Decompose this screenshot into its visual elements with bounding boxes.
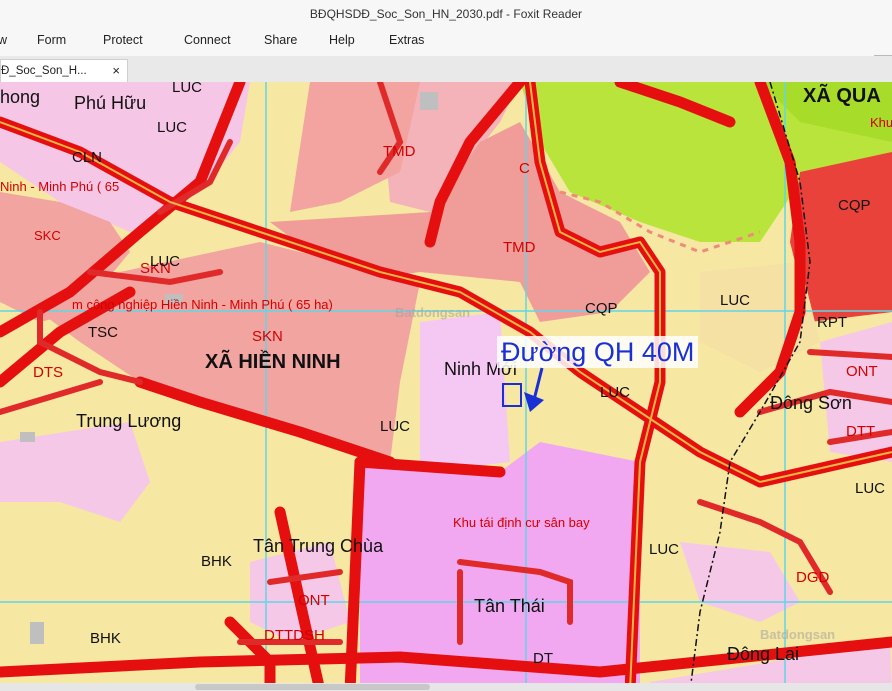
menu-share[interactable]: Share: [264, 33, 297, 47]
annotation-arrow-icon: [524, 367, 544, 412]
label-c-small: C: [519, 160, 530, 177]
label-luc-8: LUC: [649, 541, 680, 558]
label-phu-huu: Phú Hữu: [74, 93, 147, 113]
road-annotation: Đường QH 40M: [497, 336, 699, 368]
label-xa-hien-ninh: XÃ HIỀN NINH: [205, 351, 341, 373]
menu-bar: w Form Protect Connect Share Help Extras…: [0, 26, 892, 75]
watermark-1: Batdongsan: [395, 305, 471, 320]
label-xa-quang: XÃ QUA: [803, 85, 881, 107]
label-ont-right: ONT: [846, 363, 878, 380]
label-trung-luong: Trung Lương: [76, 411, 182, 431]
label-dong-son: Đông Sơn: [770, 393, 852, 413]
label-skn-2: SKN: [252, 328, 283, 345]
close-tab-icon[interactable]: ×: [112, 60, 120, 82]
label-cln: CLN: [72, 149, 103, 166]
label-luc-5: LUC: [600, 384, 631, 401]
label-luc-7: LUC: [855, 480, 886, 497]
watermark-2: Batdongsan: [760, 627, 836, 642]
label-bhk-1: BHK: [201, 553, 232, 570]
label-tan-thai: Tân Thái: [474, 596, 545, 616]
label-tmd-1: TMD: [383, 143, 416, 160]
menu-protect[interactable]: Protect: [103, 33, 143, 47]
menu-connect[interactable]: Connect: [184, 33, 231, 47]
label-luc-4: LUC: [720, 292, 751, 309]
label-tmd-2: TMD: [503, 239, 536, 256]
label-rpt: RPT: [817, 314, 847, 331]
label-khu-tdc: Khu tái định cư sân bay: [453, 515, 590, 530]
label-tsc: TSC: [88, 324, 118, 341]
document-tab-label: Đ_Soc_Son_H...: [1, 65, 87, 77]
window-title: BĐQHSDĐ_Soc_Son_HN_2030.pdf - Foxit Read…: [0, 0, 892, 26]
land-use-map: [0, 82, 892, 691]
label-luc-6: LUC: [380, 418, 411, 435]
horizontal-scrollbar[interactable]: [0, 683, 892, 691]
label-dttdsh: DTTDSH: [264, 627, 325, 644]
scrollbar-thumb[interactable]: [195, 684, 430, 690]
menu-help[interactable]: Help: [329, 33, 355, 47]
document-tab[interactable]: Đ_Soc_Son_H... ×: [0, 59, 128, 82]
tab-bar: Đ_Soc_Son_H... ×: [0, 56, 892, 83]
label-khu-small: Khu: [870, 115, 892, 130]
label-hong: hong: [0, 87, 41, 107]
label-ninh-minh: Ninh - Minh Phú ( 65: [0, 179, 120, 194]
annotation-square-marker: [502, 383, 522, 407]
menu-view[interactable]: w: [0, 33, 7, 47]
label-dtt: DTT: [846, 423, 876, 440]
label-cqp-2: CQP: [585, 300, 618, 317]
label-dt: DT: [533, 650, 553, 667]
label-kcn: m công nghiệp Hiền Ninh - Minh Phú ( 65 …: [72, 297, 333, 312]
menu-extras[interactable]: Extras: [389, 33, 424, 47]
menu-form[interactable]: Form: [37, 33, 66, 47]
label-cqp-1: CQP: [838, 197, 871, 214]
label-luc-3: LUC: [150, 253, 181, 270]
label-ont-1: ONT: [298, 592, 330, 609]
label-skc: SKC: [34, 228, 61, 243]
label-luc-top: LUC: [172, 82, 203, 96]
label-tan-trung-chua: Tân Trung Chùa: [253, 536, 384, 556]
label-bhk-2: BHK: [90, 630, 121, 647]
label-dgd: DGD: [796, 569, 830, 586]
label-dts: DTS: [33, 364, 63, 381]
label-luc-2: LUC: [157, 119, 188, 136]
label-dong-lai: Đông Lai: [727, 644, 800, 664]
map-view[interactable]: XÃ QUA Khu Phú Hữu hong LUC LUC CLN TMD …: [0, 82, 892, 691]
